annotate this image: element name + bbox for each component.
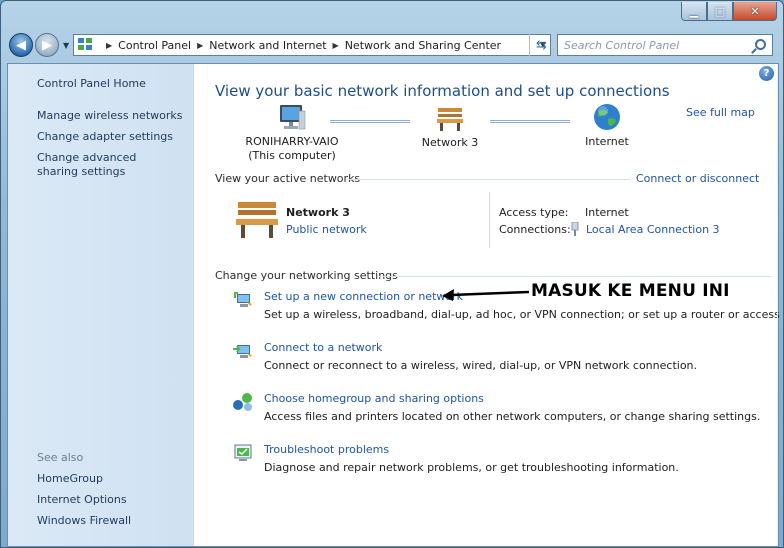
minimize-button[interactable]: ▁	[681, 2, 707, 21]
ethernet-plug-icon	[571, 222, 579, 236]
address-bar[interactable]: ▶ Control Panel ▶ Network and Internet ▶…	[73, 34, 551, 56]
map-computer[interactable]: RONIHARRY-VAIO (This computer)	[240, 102, 344, 163]
connect-or-disconnect-link[interactable]: Connect or disconnect	[636, 172, 759, 185]
task-description: Access files and printers located on oth…	[264, 410, 761, 423]
new-connection-icon	[234, 292, 252, 307]
troubleshoot-icon	[234, 444, 252, 461]
computer-icon	[280, 105, 306, 130]
breadcrumb-network-sharing-center[interactable]: Network and Sharing Center	[345, 39, 501, 52]
help-icon[interactable]: ?	[759, 66, 774, 81]
chevron-right-icon[interactable]: ▶	[197, 41, 203, 50]
refresh-icon[interactable]: ⇆	[529, 34, 553, 56]
task-description: Connect or reconnect to a wireless, wire…	[264, 359, 698, 372]
see-full-map-link[interactable]: See full map	[686, 106, 755, 119]
forward-arrow-icon[interactable]: ▶	[35, 33, 59, 57]
breadcrumb-network-and-internet[interactable]: Network and Internet	[209, 39, 326, 52]
active-networks-heading: View your active networks	[215, 172, 361, 185]
change-settings-heading: Change your networking settings	[215, 269, 398, 282]
annotation-text: MASUK KE MENU INI	[531, 281, 730, 301]
content-area: Control Panel Home Manage wireless netwo…	[7, 63, 784, 547]
connect-to-network-link[interactable]: Connect to a network	[264, 341, 382, 354]
content-edge	[777, 64, 778, 546]
task-description: Diagnose and repair network problems, or…	[264, 461, 679, 474]
homegroup-sharing-link[interactable]: Choose homegroup and sharing options	[264, 392, 484, 405]
see-also-heading: See also	[37, 451, 84, 464]
breadcrumb: ▶ Control Panel ▶ Network and Internet ▶…	[100, 39, 501, 52]
map-line	[330, 120, 410, 123]
park-bench-icon	[236, 202, 278, 238]
map-network[interactable]: Network 3	[415, 104, 485, 150]
window: ▁ □ ✕ ◀ ▶ ▼ ▶ Control Panel ▶ Network an…	[0, 0, 784, 548]
sidebar-windows-firewall[interactable]: Windows Firewall	[37, 514, 131, 528]
globe-icon	[594, 104, 620, 130]
network-folder-icon	[78, 38, 94, 52]
sidebar-manage-wireless[interactable]: Manage wireless networks	[37, 109, 182, 123]
network-label: Network 3	[421, 136, 479, 149]
sidebar-homegroup[interactable]: HomeGroup	[37, 472, 103, 486]
network-type-link[interactable]: Public network	[286, 223, 367, 236]
chevron-right-icon[interactable]: ▶	[333, 41, 339, 50]
access-type-label: Access type:	[499, 206, 569, 219]
close-button[interactable]: ✕	[733, 2, 777, 21]
map-internet[interactable]: Internet	[572, 102, 642, 149]
setup-new-connection-link[interactable]: Set up a new connection or network	[264, 290, 463, 303]
homegroup-icon	[233, 393, 252, 411]
active-network-name: Network 3	[286, 206, 350, 219]
map-line	[490, 120, 570, 123]
park-bench-icon	[437, 108, 463, 131]
internet-label: Internet	[585, 135, 629, 148]
vertical-divider	[489, 192, 490, 248]
troubleshoot-problems-link[interactable]: Troubleshoot problems	[264, 443, 389, 456]
recent-pages-dropdown-icon[interactable]: ▼	[63, 41, 69, 50]
maximize-button[interactable]: □	[707, 2, 733, 21]
connections-label: Connections:	[499, 223, 571, 236]
sidebar: Control Panel Home Manage wireless netwo…	[8, 64, 194, 546]
sidebar-internet-options[interactable]: Internet Options	[37, 493, 127, 507]
annotation-arrow-icon	[442, 289, 530, 301]
page-title: View your basic network information and …	[215, 82, 670, 100]
search-icon[interactable]	[755, 39, 766, 50]
sidebar-control-panel-home[interactable]: Control Panel Home	[37, 77, 146, 91]
connect-network-icon	[233, 345, 252, 358]
task-description: Set up a wireless, broadband, dial-up, a…	[264, 308, 784, 321]
chevron-right-icon[interactable]: ▶	[106, 41, 112, 50]
local-area-connection-link[interactable]: Local Area Connection 3	[586, 223, 720, 236]
access-type-value: Internet	[585, 206, 629, 219]
section-divider	[346, 179, 630, 180]
caption-buttons: ▁ □ ✕	[681, 2, 777, 21]
section-divider	[379, 276, 771, 277]
computer-name: RONIHARRY-VAIO	[245, 135, 339, 148]
search-input[interactable]: Search Control Panel	[557, 34, 773, 56]
computer-subtitle: (This computer)	[248, 149, 336, 162]
sidebar-change-adapter[interactable]: Change adapter settings	[37, 130, 173, 144]
sidebar-change-sharing[interactable]: Change advanced sharing settings	[37, 151, 177, 179]
search-placeholder: Search Control Panel	[564, 38, 680, 52]
back-arrow-icon[interactable]: ◀	[9, 33, 33, 57]
navigation-bar: ◀ ▶ ▼ ▶ Control Panel ▶ Network and Inte…	[7, 31, 777, 59]
title-bar: ▁ □ ✕	[1, 1, 783, 29]
breadcrumb-control-panel[interactable]: Control Panel	[118, 39, 191, 52]
